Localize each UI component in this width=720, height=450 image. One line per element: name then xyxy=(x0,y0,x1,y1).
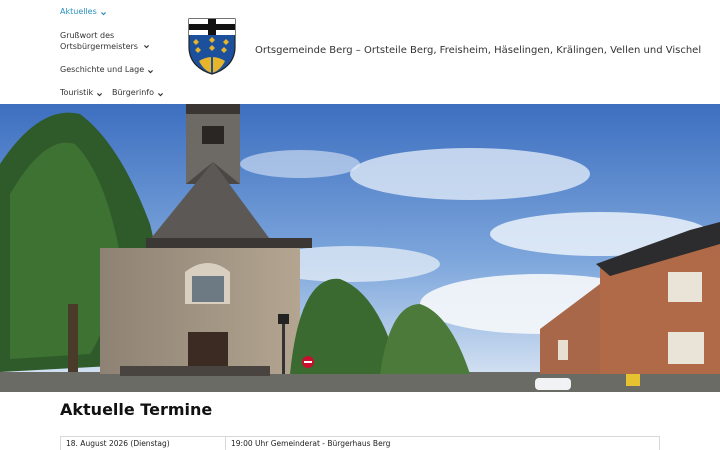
chevron-down-icon xyxy=(157,91,164,98)
chevron-down-icon xyxy=(96,91,103,98)
coat-of-arms-icon[interactable] xyxy=(187,17,237,75)
hero-image xyxy=(0,104,720,392)
chevron-down-icon xyxy=(147,68,154,75)
nav-item-touristik[interactable]: Touristik xyxy=(60,87,103,98)
nav-item-buergerinfo[interactable]: Bürgerinfo xyxy=(112,87,164,98)
nav-item-grusswort[interactable]: Grußwort des Ortsbürgermeisters xyxy=(60,30,150,52)
chevron-down-icon xyxy=(100,10,107,17)
site-title[interactable]: Ortsgemeinde Berg – Ortsteile Berg, Frei… xyxy=(255,45,701,56)
nav-item-geschichte[interactable]: Geschichte und Lage xyxy=(60,64,154,75)
event-description: 19:00 Uhr Gemeinderat - Bürgerhaus Berg xyxy=(231,439,391,448)
nav-item-aktuelles[interactable]: Aktuelles xyxy=(60,6,107,17)
events-table: 18. August 2026 (Dienstag) 19:00 Uhr Gem… xyxy=(60,436,660,450)
nav-item-label: Aktuelles xyxy=(60,7,97,16)
table-row: 18. August 2026 (Dienstag) 19:00 Uhr Gem… xyxy=(61,437,659,450)
event-date: 18. August 2026 (Dienstag) xyxy=(61,437,226,450)
chevron-down-icon xyxy=(143,43,150,50)
nav-item-label: Touristik xyxy=(60,88,94,97)
nav-item-label: Grußwort des Ortsbürgermeisters xyxy=(60,31,138,51)
site-header: Aktuelles Grußwort des Ortsbürgermeister… xyxy=(0,0,720,104)
nav-item-label: Geschichte und Lage xyxy=(60,65,145,74)
nav-item-label: Bürgerinfo xyxy=(112,88,154,97)
page-heading: Aktuelle Termine xyxy=(60,400,213,419)
